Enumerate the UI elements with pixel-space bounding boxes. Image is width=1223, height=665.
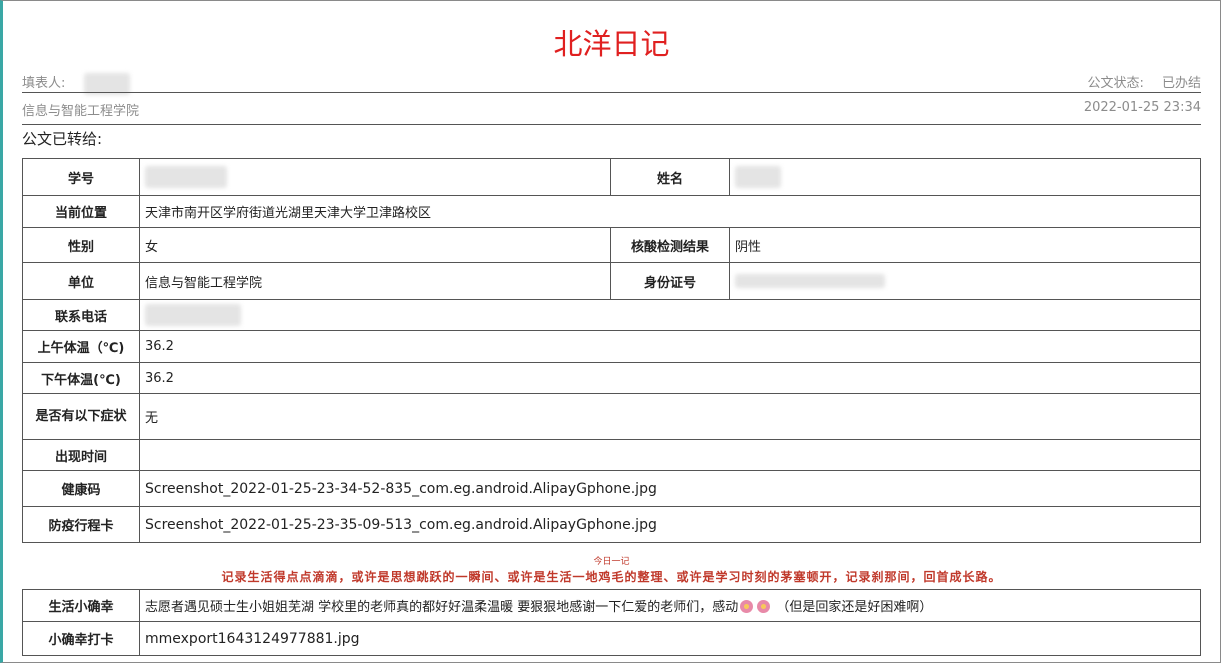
happiness-label: 生活小确幸 bbox=[22, 589, 140, 622]
table-row: 下午体温(℃) 36.2 bbox=[22, 362, 1201, 394]
itinerary-label: 防疫行程卡 bbox=[22, 506, 140, 543]
health-code-label: 健康码 bbox=[22, 470, 140, 507]
motto-row: 今日一记 记录生活得点点滴滴，或许是思想跳跃的一瞬间、或许是生活一地鸡毛的整理、… bbox=[22, 542, 1201, 590]
nucleic-value: 阴性 bbox=[729, 227, 1201, 263]
divider-bottom bbox=[22, 124, 1201, 125]
table-row: 是否有以下症状 无 bbox=[22, 393, 1201, 440]
symptoms-value: 无 bbox=[139, 393, 1201, 440]
table-row: 生活小确幸 志愿者遇见硕士生小姐姐芜湖 学校里的老师真的都好好温柔温暖 要狠狠地… bbox=[22, 589, 1201, 622]
symptoms-label: 是否有以下症状 bbox=[22, 393, 140, 440]
id-card-value bbox=[729, 262, 1201, 300]
id-card-label: 身份证号 bbox=[610, 262, 730, 300]
department-text: 信息与智能工程学院 bbox=[22, 104, 140, 119]
table-row: 当前位置 天津市南开区学府街道光湖里天津大学卫津路校区 bbox=[22, 195, 1201, 228]
report-table: 学号 姓名 当前位置 天津市南开区学府街道光湖里天津大学卫津路校区 性别 女 核… bbox=[22, 158, 1201, 656]
filler-label: 填表人: bbox=[22, 76, 66, 91]
table-row: 小确幸打卡 mmexport1643124977881.jpg bbox=[22, 621, 1201, 656]
onset-label: 出现时间 bbox=[22, 439, 140, 471]
gender-label: 性别 bbox=[22, 227, 140, 263]
am-temp-value: 36.2 bbox=[139, 330, 1201, 363]
unit-label: 单位 bbox=[22, 262, 140, 300]
table-row: 出现时间 bbox=[22, 439, 1201, 471]
checkin-label: 小确幸打卡 bbox=[22, 621, 140, 656]
health-code-file-link[interactable]: Screenshot_2022-01-25-23-34-52-835_com.e… bbox=[139, 470, 1201, 507]
motto-small-title: 今日一记 bbox=[593, 556, 630, 567]
divider-top bbox=[22, 92, 1201, 93]
table-row: 防疫行程卡 Screenshot_2022-01-25-23-35-09-513… bbox=[22, 506, 1201, 543]
phone-value bbox=[139, 299, 1201, 331]
timestamp: 2022-01-25 23:34 bbox=[1083, 100, 1201, 115]
table-row: 健康码 Screenshot_2022-01-25-23-34-52-835_c… bbox=[22, 470, 1201, 507]
happiness-text: 志愿者遇见硕士生小姐姐芜湖 学校里的老师真的都好好温柔温暖 要狠狠地感谢一下仁爱… bbox=[145, 600, 739, 615]
am-temp-label: 上午体温（℃) bbox=[22, 330, 140, 363]
location-label: 当前位置 bbox=[22, 195, 140, 228]
happiness-value: 志愿者遇见硕士生小姐姐芜湖 学校里的老师真的都好好温柔温暖 要狠狠地感谢一下仁爱… bbox=[139, 589, 1201, 622]
status-row: 公文状态: 已办结 bbox=[1087, 72, 1201, 91]
table-row: 性别 女 核酸检测结果 阴性 bbox=[22, 227, 1201, 263]
flower-icon bbox=[740, 600, 754, 613]
motto-cell: 今日一记 记录生活得点点滴滴，或许是思想跳跃的一瞬间、或许是生活一地鸡毛的整理、… bbox=[22, 542, 1201, 590]
status-label: 公文状态: bbox=[1087, 76, 1144, 91]
flower-icon bbox=[757, 600, 771, 613]
table-row: 单位 信息与智能工程学院 身份证号 bbox=[22, 262, 1201, 300]
unit-value: 信息与智能工程学院 bbox=[139, 262, 611, 300]
status-badge: 已办结 bbox=[1161, 76, 1201, 91]
table-row: 联系电话 bbox=[22, 299, 1201, 331]
forwarded-label: 公文已转给: bbox=[22, 130, 103, 148]
itinerary-file-link[interactable]: Screenshot_2022-01-25-23-35-09-513_com.e… bbox=[139, 506, 1201, 543]
student-id-value bbox=[139, 158, 611, 196]
name-label: 姓名 bbox=[610, 158, 730, 196]
happiness-tail: （但是回家还是好困难啊） bbox=[776, 600, 933, 615]
student-id-label: 学号 bbox=[22, 158, 140, 196]
onset-value bbox=[139, 439, 1201, 471]
phone-label: 联系电话 bbox=[22, 299, 140, 331]
motto-text: 记录生活得点点滴滴，或许是思想跳跃的一瞬间、或许是生活一地鸡毛的整理、或许是学习… bbox=[221, 569, 1002, 584]
pm-temp-value: 36.2 bbox=[139, 362, 1201, 394]
pm-temp-label: 下午体温(℃) bbox=[22, 362, 140, 394]
table-row: 学号 姓名 bbox=[22, 158, 1201, 196]
location-value: 天津市南开区学府街道光湖里天津大学卫津路校区 bbox=[139, 195, 1201, 228]
gender-value: 女 bbox=[139, 227, 611, 263]
checkin-file-link[interactable]: mmexport1643124977881.jpg bbox=[139, 621, 1201, 656]
nucleic-label: 核酸检测结果 bbox=[610, 227, 730, 263]
page-title: 北洋日记 bbox=[553, 27, 670, 61]
name-value bbox=[729, 158, 1201, 196]
table-row: 上午体温（℃) 36.2 bbox=[22, 330, 1201, 363]
